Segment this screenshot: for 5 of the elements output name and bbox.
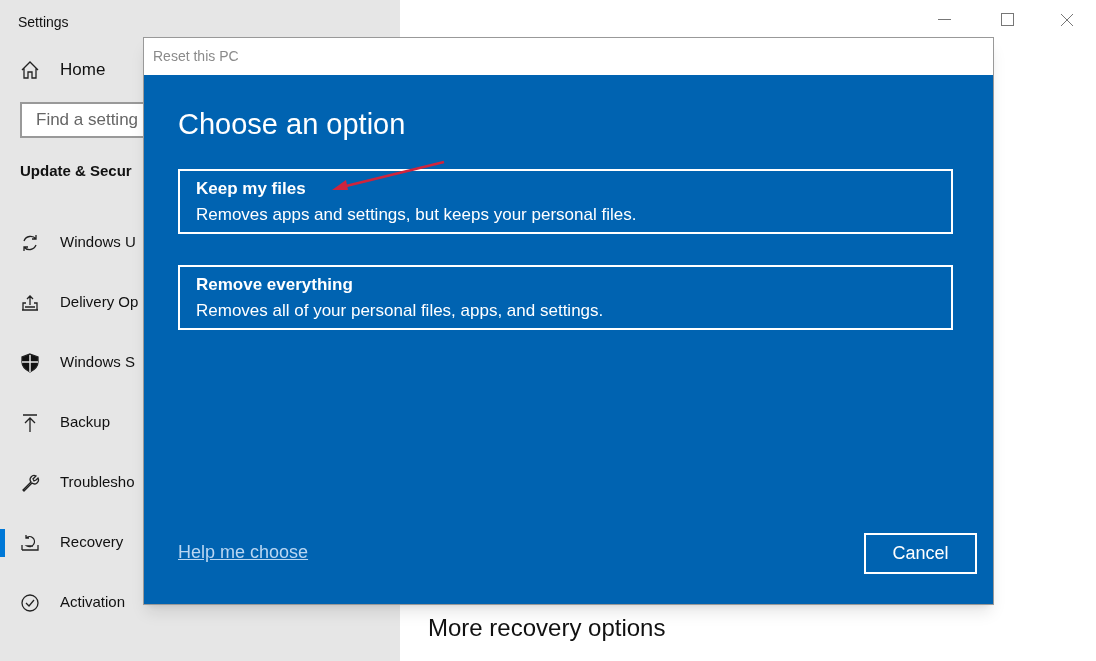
window-title: Settings [17,13,70,32]
section-heading: Update & Secur [20,161,132,181]
dialog-heading: Choose an option [178,107,407,142]
section-heading: More recovery options [428,613,666,643]
dialog-title: Reset this PC [153,47,239,66]
